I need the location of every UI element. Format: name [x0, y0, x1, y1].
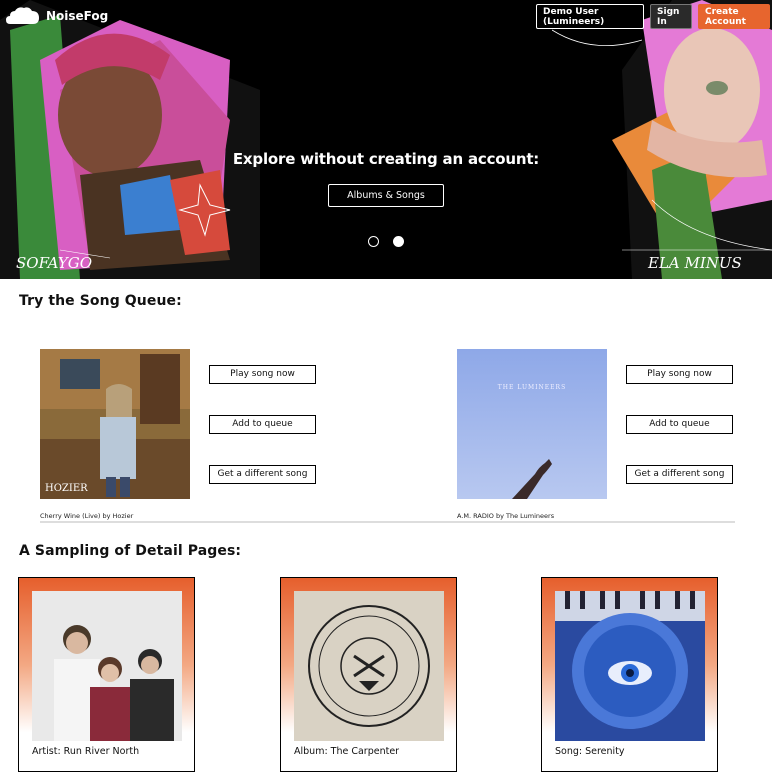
add-to-queue-button[interactable]: Add to queue: [209, 415, 316, 434]
carousel-dot-1[interactable]: [368, 236, 379, 247]
artist-signature-left: SOFAYGO: [16, 254, 93, 272]
app-logo[interactable]: NoiseFog: [6, 6, 108, 26]
play-song-button[interactable]: Play song now: [626, 365, 733, 384]
song-caption: Cherry Wine (Live) by Hozier: [40, 512, 134, 520]
song-queue-title: Try the Song Queue:: [19, 293, 182, 309]
song-caption: A.M. RADIO by The Lumineers: [457, 512, 555, 520]
detail-pages-title: A Sampling of Detail Pages:: [19, 543, 242, 559]
top-nav: Demo User (Lumineers) Sign In Create Acc…: [536, 4, 770, 29]
hero-left-artwork: [0, 0, 260, 279]
detail-card-song[interactable]: Song: Serenity: [541, 577, 718, 772]
carousel-dots: [368, 236, 404, 247]
hero-cta: Explore without creating an account: Alb…: [0, 150, 772, 207]
different-song-button[interactable]: Get a different song: [209, 465, 316, 484]
section-divider: [40, 521, 735, 523]
detail-card-artist[interactable]: Artist: Run River North: [18, 577, 195, 772]
hero-banner: SOFAYGO ELA MINUS NoiseFog Demo User (Lu…: [0, 0, 772, 279]
play-song-button[interactable]: Play song now: [209, 365, 316, 384]
artist-signature-right: ELA MINUS: [648, 254, 742, 272]
hero-right-artwork: [552, 0, 772, 279]
hero-title: Explore without creating an account:: [232, 150, 540, 168]
album-art-text: HOZIER: [45, 483, 88, 494]
cloud-icon: [6, 7, 39, 24]
song-controls: Play song now Add to queue Get a differe…: [209, 365, 316, 515]
card-label: Song: Serenity: [555, 746, 625, 757]
song-cover: [555, 591, 705, 741]
card-label: Album: The Carpenter: [294, 746, 400, 757]
album-cover: [294, 591, 444, 741]
queue-song-1: HOZIER Cherry Wine (Live) by Hozier Play…: [40, 349, 316, 520]
queue-song-2: THE LUMINEERS A.M. RADIO by The Lumineer…: [457, 349, 733, 520]
album-art-lumineers[interactable]: THE LUMINEERS: [457, 349, 607, 499]
album-art-text: THE LUMINEERS: [498, 384, 566, 391]
carousel-dot-2[interactable]: [393, 236, 404, 247]
album-art-hozier[interactable]: HOZIER: [40, 349, 190, 499]
add-to-queue-button[interactable]: Add to queue: [626, 415, 733, 434]
different-song-button[interactable]: Get a different song: [626, 465, 733, 484]
demo-user-button[interactable]: Demo User (Lumineers): [536, 4, 644, 29]
create-account-button[interactable]: Create Account: [698, 4, 770, 29]
albums-songs-button[interactable]: Albums & Songs: [328, 184, 444, 207]
card-label: Artist: Run River North: [32, 746, 140, 757]
artist-photo: [32, 591, 182, 741]
detail-card-album[interactable]: Album: The Carpenter: [280, 577, 457, 772]
app-name: NoiseFog: [46, 9, 109, 23]
sign-in-button[interactable]: Sign In: [650, 4, 692, 29]
song-controls: Play song now Add to queue Get a differe…: [626, 365, 733, 515]
